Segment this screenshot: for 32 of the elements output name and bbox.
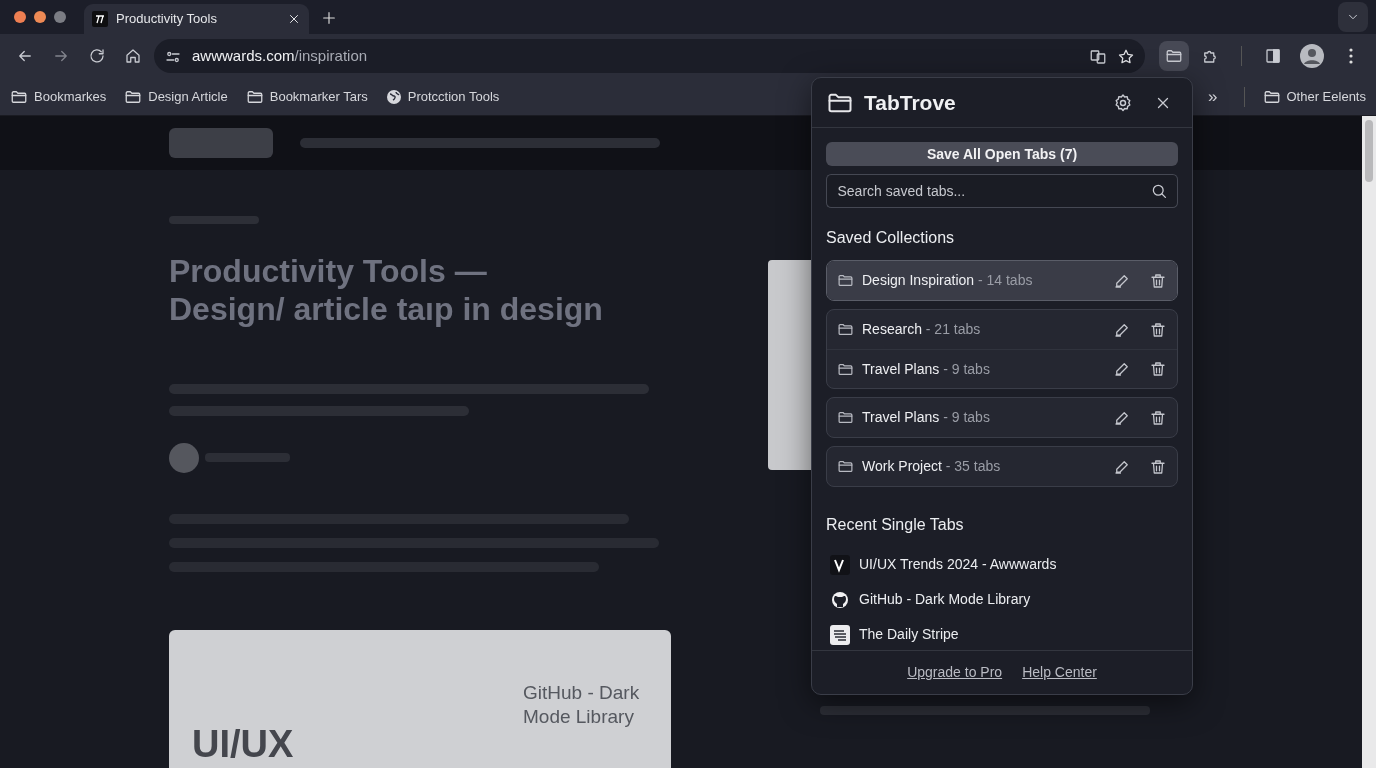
recent-tab[interactable]: The Daily Stripe (826, 617, 1178, 650)
bookmark-item[interactable]: Bookmarker Tars (245, 86, 368, 107)
popup-title: TabTrove (864, 89, 957, 116)
bookmark-item[interactable]: Bookmarkes (10, 86, 107, 107)
card-title: GitHub - Dark Mode Library (523, 681, 641, 729)
collection-item[interactable]: Travel Plans - 9 tabs (827, 349, 1177, 389)
collection-name: Travel Plans - 9 tabs (862, 359, 991, 379)
page-headline: Productivity Tools — Design/ article taıp in design (169, 252, 604, 329)
save-button[interactable]: Save All Open Tabs (7) (826, 142, 1178, 167)
section-heading: Saved Collections (826, 228, 956, 249)
browser-tab[interactable]: Productivity Tools (84, 4, 309, 34)
collection-item[interactable]: Research - 21 tabs (827, 310, 1177, 350)
overflow-chevron[interactable]: » (1208, 83, 1218, 110)
address-bar[interactable]: awwwards.com/inspiration (154, 39, 1145, 73)
collection-item[interactable]: Design Inspiration - 14 tabs (827, 261, 1177, 301)
footer-link[interactable]: Help Center (1022, 662, 1097, 683)
bookmark-item[interactable]: Design Article (124, 86, 228, 107)
collection-name: Research - 21 tabs (862, 320, 982, 340)
recent-tab[interactable]: UI/UX Trends 2024 - Awwwards (826, 547, 1178, 583)
collection-item[interactable]: Work Project - 35 tabs (827, 447, 1177, 487)
card-heading: UI/UX (192, 722, 294, 767)
bookmark-item[interactable]: Other Eelents (1262, 86, 1366, 107)
collection-name: Travel Plans - 9 tabs (862, 408, 991, 428)
section-heading: Recent Single Tabs (826, 515, 965, 536)
collection-name: Design Inspiration - 14 tabs (862, 271, 1034, 291)
footer-link[interactable]: Upgrade to Pro (907, 662, 1003, 683)
url-text: awwwards.com/inspiration (192, 45, 369, 66)
tab-title: Productivity Tools (116, 10, 218, 29)
collection-name: Work Project - 35 tabs (862, 457, 1002, 477)
bookmark-item[interactable]: Protcction Tools (385, 86, 500, 107)
recent-tab[interactable]: GitHub - Dark Mode Library (826, 582, 1178, 618)
collection-item[interactable]: Travel Plans - 9 tabs (827, 398, 1177, 438)
